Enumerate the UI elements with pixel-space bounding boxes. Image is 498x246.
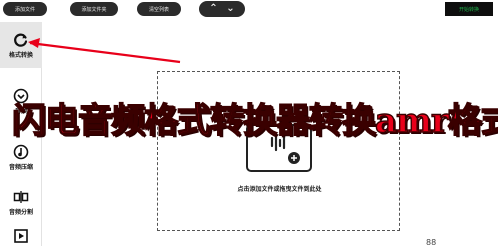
sidebar-item-label: 音频分割 — [8, 208, 33, 216]
add-folder-button[interactable]: 添加文件夹 — [70, 2, 118, 16]
chevron-up-icon[interactable]: ⌃ — [209, 4, 217, 14]
chevron-down-icon[interactable]: ⌄ — [226, 4, 234, 14]
corner-text: 88 — [426, 238, 437, 246]
reorder-buttons: ⌃ ⌄ — [199, 1, 245, 17]
clear-list-button[interactable]: 清空列表 — [137, 2, 181, 16]
file-drop-zone[interactable]: 点击添加文件或拖曳文件到此处 — [157, 71, 400, 231]
sidebar-item-audio-split[interactable]: 音频分割 — [0, 179, 42, 225]
drop-hint-text: 点击添加文件或拖曳文件到此处 — [237, 186, 322, 193]
sidebar-item-format-convert[interactable]: 格式转换 — [0, 22, 42, 68]
sidebar-item-label: 音频压缩 — [8, 163, 33, 171]
toolbar: 添加文件 添加文件夹 清空列表 ⌃ ⌄ 开始转换 — [0, 0, 498, 20]
add-file-button[interactable]: 添加文件 — [3, 2, 47, 16]
overlay-title: 闪电音频格式转换器转换amr格式 — [11, 100, 498, 141]
compress-icon — [13, 144, 29, 159]
play-icon — [14, 229, 28, 243]
sidebar-item-video[interactable] — [0, 226, 42, 246]
sidebar-item-label: 格式转换 — [8, 51, 33, 59]
start-convert-button[interactable]: 开始转换 — [445, 2, 493, 16]
split-icon — [13, 190, 29, 203]
convert-cycle-icon — [14, 33, 28, 47]
